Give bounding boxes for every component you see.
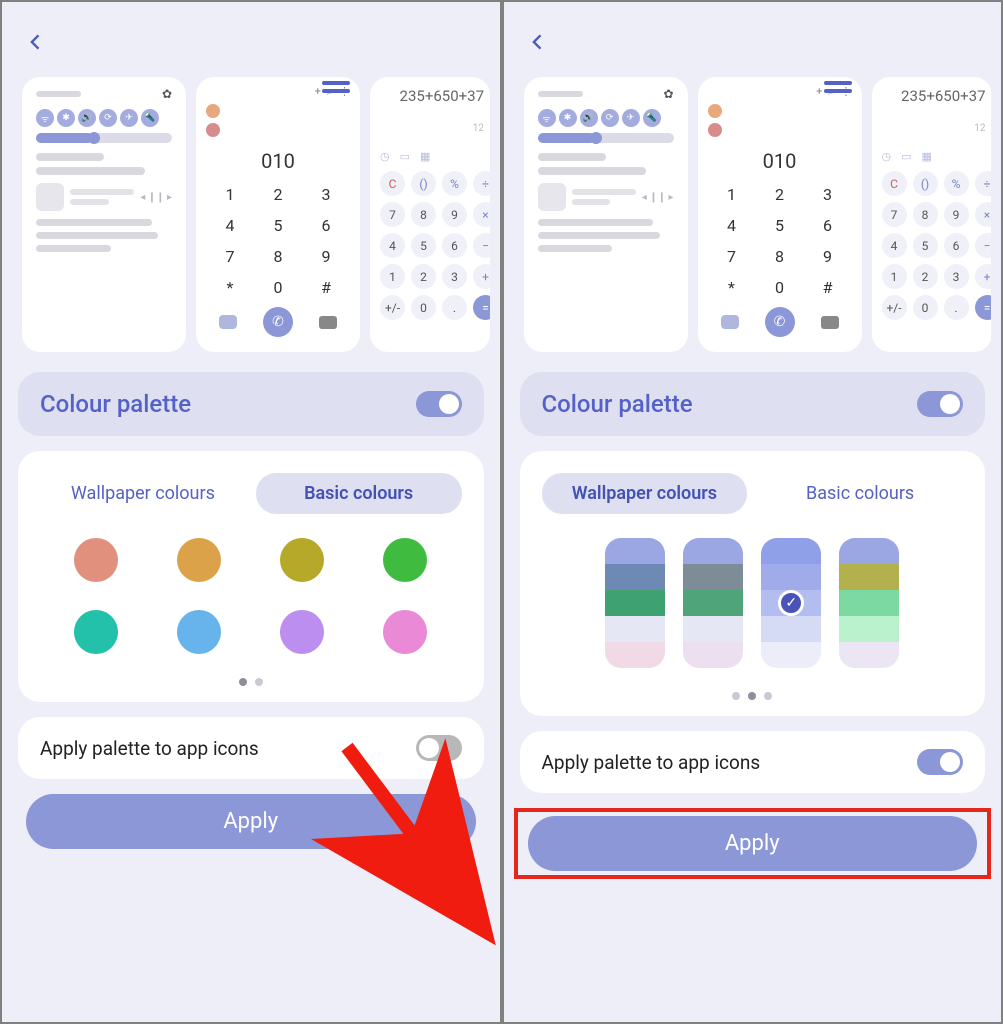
page-dots xyxy=(40,678,462,686)
wallpaper-palette-row: ✓ xyxy=(542,538,964,668)
call-icon: ✆ xyxy=(263,307,293,337)
ruler-icon: ▭ xyxy=(400,150,410,163)
apply-palette-icons-toggle[interactable] xyxy=(416,735,462,761)
preview-calculator: 235+650+37 12 ◷▭▦ C()%÷789×456−123++/-0.… xyxy=(872,77,992,352)
video-icon xyxy=(721,315,739,329)
tab-wallpaper-colours[interactable]: Wallpaper colours xyxy=(40,473,246,514)
backspace-icon xyxy=(319,316,337,329)
calc-expression: 235+650+37 xyxy=(882,87,986,105)
dialer-display: 010 xyxy=(206,149,350,173)
wallpaper-palette[interactable] xyxy=(683,538,743,668)
airplane-icon: ✈ xyxy=(120,109,138,127)
sound-icon: 🔊 xyxy=(580,109,598,127)
calc-keypad: C()%÷789×456−123++/-0.= xyxy=(882,171,986,320)
bluetooth-icon: ✱ xyxy=(559,109,577,127)
calc-expression: 235+650+37 xyxy=(380,87,484,105)
apply-button[interactable]: Apply xyxy=(26,794,476,849)
page-dots xyxy=(542,692,964,700)
colour-palette-card: Colour palette xyxy=(18,372,484,436)
dialer-display: 010 xyxy=(708,149,852,173)
colour-swatch[interactable] xyxy=(383,610,427,654)
wallpaper-palette[interactable]: ✓ xyxy=(761,538,821,668)
colour-swatch[interactable] xyxy=(74,538,118,582)
airplane-icon: ✈ xyxy=(622,109,640,127)
tab-wallpaper-colours[interactable]: Wallpaper colours xyxy=(542,473,748,514)
apply-button-wrap-highlighted: Apply xyxy=(514,808,992,879)
wifi-icon: ᯤ xyxy=(538,109,556,127)
apply-button-wrap: Apply xyxy=(12,794,490,849)
colour-swatch[interactable] xyxy=(383,538,427,582)
dialer-keypad: 123456789*0# xyxy=(708,179,852,303)
history-icon: ◷ xyxy=(882,150,892,163)
apply-palette-icons-label: Apply palette to app icons xyxy=(40,737,259,760)
colour-tabs: Wallpaper colours Basic colours xyxy=(40,473,462,514)
back-button[interactable] xyxy=(528,32,548,52)
apply-button[interactable]: Apply xyxy=(528,816,978,871)
apply-palette-icons-card: Apply palette to app icons xyxy=(520,731,986,793)
preview-calculator: 235+650+37 12 ◷▭▦ C()%÷789×456−123++/-0.… xyxy=(370,77,490,352)
colour-tabs: Wallpaper colours Basic colours xyxy=(542,473,964,514)
dialer-keypad: 123456789*0# xyxy=(206,179,350,303)
video-icon xyxy=(219,315,237,329)
flashlight-icon: 🔦 xyxy=(141,109,159,127)
preview-dialer: +⌕⋮ 010 123456789*0# ✆ xyxy=(196,77,360,352)
colour-swatch[interactable] xyxy=(74,610,118,654)
ruler-icon: ▭ xyxy=(901,150,911,163)
screen-left: ✿ ᯤ✱🔊⟳✈🔦 ◂ ❙❙ ▸ +⌕⋮ 010 123456789*0# ✆ xyxy=(2,2,500,1022)
colour-palette-label: Colour palette xyxy=(542,390,693,418)
back-button[interactable] xyxy=(26,32,46,52)
colour-swatch[interactable] xyxy=(177,610,221,654)
backspace-icon xyxy=(821,316,839,329)
screen-right: ✿ ᯤ✱🔊⟳✈🔦 ◂ ❙❙ ▸ +⌕⋮ 010 123456789*0# ✆ xyxy=(504,2,1002,1022)
brightness-slider xyxy=(36,133,172,143)
rotate-icon: ⟳ xyxy=(601,109,619,127)
plus-icon: + xyxy=(315,85,321,99)
sci-icon: ▦ xyxy=(420,150,430,163)
colour-palette-toggle[interactable] xyxy=(416,391,462,417)
colour-swatch[interactable] xyxy=(177,538,221,582)
plus-icon: + xyxy=(816,85,822,99)
sci-icon: ▦ xyxy=(922,150,932,163)
brightness-slider xyxy=(538,133,674,143)
flashlight-icon: 🔦 xyxy=(643,109,661,127)
bluetooth-icon: ✱ xyxy=(57,109,75,127)
colour-picker-card: Wallpaper colours Basic colours ✓ xyxy=(520,451,986,716)
preview-carousel[interactable]: ✿ ᯤ✱🔊⟳✈🔦 ◂ ❙❙ ▸ +⌕⋮ 010 123456789*0# ✆ xyxy=(12,77,490,352)
call-icon: ✆ xyxy=(765,307,795,337)
apply-palette-icons-label: Apply palette to app icons xyxy=(542,751,761,774)
history-icon: ◷ xyxy=(380,150,390,163)
wallpaper-palette[interactable] xyxy=(839,538,899,668)
calc-keypad: C()%÷789×456−123++/-0.= xyxy=(380,171,484,320)
apply-palette-icons-card: Apply palette to app icons xyxy=(18,717,484,779)
preview-dialer: +⌕⋮ 010 123456789*0# ✆ xyxy=(698,77,862,352)
wifi-icon: ᯤ xyxy=(36,109,54,127)
preview-quick-settings: ✿ ᯤ✱🔊⟳✈🔦 ◂ ❙❙ ▸ xyxy=(524,77,688,352)
tab-basic-colours[interactable]: Basic colours xyxy=(256,473,462,514)
check-icon: ✓ xyxy=(778,590,804,616)
colour-palette-card: Colour palette xyxy=(520,372,986,436)
basic-colour-grid xyxy=(40,538,462,654)
colour-palette-toggle[interactable] xyxy=(917,391,963,417)
colour-picker-card: Wallpaper colours Basic colours xyxy=(18,451,484,702)
tab-basic-colours[interactable]: Basic colours xyxy=(757,473,963,514)
gear-icon: ✿ xyxy=(162,87,172,101)
wallpaper-palette[interactable] xyxy=(605,538,665,668)
preview-carousel[interactable]: ✿ ᯤ✱🔊⟳✈🔦 ◂ ❙❙ ▸ +⌕⋮ 010 123456789*0# ✆ xyxy=(514,77,992,352)
preview-quick-settings: ✿ ᯤ✱🔊⟳✈🔦 ◂ ❙❙ ▸ xyxy=(22,77,186,352)
sound-icon: 🔊 xyxy=(78,109,96,127)
colour-swatch[interactable] xyxy=(280,610,324,654)
colour-palette-label: Colour palette xyxy=(40,390,191,418)
rotate-icon: ⟳ xyxy=(99,109,117,127)
gear-icon: ✿ xyxy=(663,87,673,101)
apply-palette-icons-toggle[interactable] xyxy=(917,749,963,775)
colour-swatch[interactable] xyxy=(280,538,324,582)
